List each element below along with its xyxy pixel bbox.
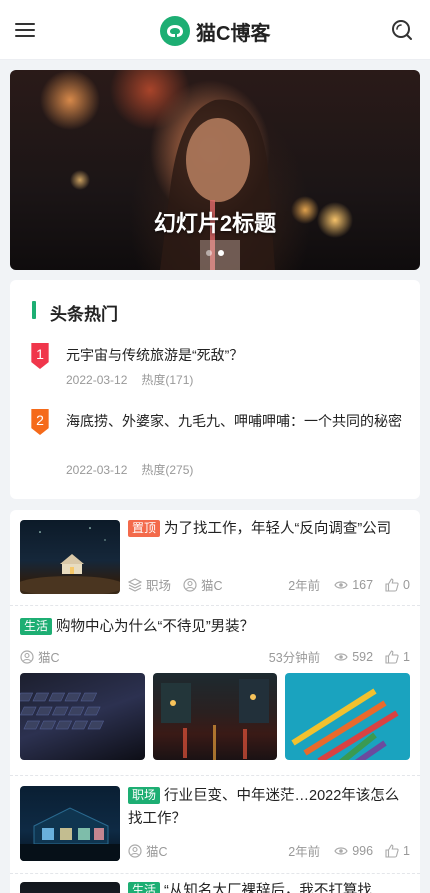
article-image-3[interactable] [285, 673, 410, 760]
article-title[interactable]: 为了找工作，年轻人“反向调查”公司 [164, 521, 391, 537]
view-count: 592 [334, 650, 373, 664]
slide-dot[interactable] [206, 250, 212, 256]
article-title-row[interactable]: 生活 购物中心为什么“不待见”男装？ [20, 616, 410, 639]
user-icon [183, 577, 197, 592]
hot-item-title[interactable]: 元宇宙与传统旅游是“死敌”？ [66, 344, 406, 367]
article-title[interactable]: 购物中心为什么“不待见”男装？ [56, 619, 254, 635]
section-accent-bar [32, 301, 36, 319]
layers-icon [128, 577, 142, 592]
divider [10, 605, 420, 606]
house-night-image [20, 527, 120, 594]
search-icon[interactable] [390, 18, 414, 42]
category-tag: 生活 [20, 618, 53, 635]
eye-icon [334, 652, 348, 661]
slide-dots [10, 250, 420, 256]
article-thumbnail[interactable] [20, 520, 120, 594]
like-button[interactable]: 1 [385, 844, 410, 858]
article-title[interactable]: “从知名大厂裸辞后，我不打算找 [164, 883, 372, 893]
hero-slider[interactable]: 幻灯片2标题 [10, 70, 420, 270]
view-count: 167 [334, 578, 373, 592]
pencils-image [291, 688, 399, 760]
slide-image [160, 99, 275, 270]
hot-item[interactable]: 1 元宇宙与传统旅游是“死敌”？ 2022-03-12 热度(171) [30, 343, 410, 387]
category-label: 职场 [146, 579, 172, 593]
hot-topics-heading: 头条热门 [50, 305, 118, 324]
slide-title: 幻灯片2标题 [153, 211, 277, 236]
like-button[interactable]: 1 [385, 650, 410, 664]
article-image-2[interactable] [153, 673, 277, 760]
hot-item[interactable]: 2 海底捞、外婆家、九毛九、呷哺呷哺：一个共同的秘密 2022-03-12 热度(… [30, 409, 410, 479]
hot-topics-card: 头条热门 1 元宇宙与传统旅游是“死敌”？ 2022-03-12 热度(171) … [10, 280, 420, 499]
article-image-1[interactable] [20, 673, 145, 760]
article-meta: 猫C 2年前 996 1 [128, 841, 410, 860]
menu-icon[interactable] [14, 19, 36, 41]
article-title-row[interactable]: 生活 “从知名大厂裸辞后，我不打算找 [128, 880, 410, 893]
article-meta: 职场 猫C 2年前 167 0 [128, 575, 410, 594]
article-time: 2年前 [288, 579, 321, 593]
hot-item-date: 2022-03-12 [66, 463, 128, 477]
author-link[interactable]: 猫C [128, 841, 168, 860]
article-thumbnail[interactable] [20, 882, 120, 893]
view-number: 996 [352, 843, 374, 858]
brand-name: 猫C博客 [196, 22, 271, 45]
article-list: 置顶 为了找工作，年轻人“反向调查”公司 职场 猫C 2年前 167 0 生活 购物… [10, 510, 420, 893]
top-header: 猫C博客 [0, 0, 430, 60]
divider [10, 873, 420, 874]
category-tag: 生活 [128, 882, 161, 893]
view-number: 592 [352, 649, 374, 664]
user-icon [128, 843, 142, 858]
article-title[interactable]: 行业巨变、中年迷茫…2022年该怎么找工作？ [128, 788, 399, 827]
thumbs-up-icon [385, 649, 399, 664]
category-tag: 职场 [128, 787, 161, 804]
keyboard-image [20, 692, 104, 730]
like-number: 0 [403, 577, 410, 592]
site-logo[interactable]: 猫C博客 [160, 15, 270, 47]
thumbs-up-icon [385, 843, 399, 858]
hot-item-meta: 2022-03-12 热度(171) [66, 371, 193, 388]
view-count: 996 [334, 844, 373, 858]
article-title-row[interactable]: 置顶 为了找工作，年轻人“反向调查”公司 [128, 518, 408, 541]
author-name: 猫C [146, 845, 168, 859]
like-number: 1 [403, 649, 410, 664]
user-icon [20, 649, 34, 664]
rank-number: 1 [36, 346, 44, 362]
divider [10, 775, 420, 776]
hot-item-heat: 热度(275) [141, 463, 194, 477]
hot-item-title[interactable]: 海底捞、外婆家、九毛九、呷哺呷哺：一个共同的秘密 [66, 410, 406, 433]
author-link[interactable]: 猫C [20, 647, 60, 666]
category-link[interactable]: 职场 [128, 575, 171, 594]
hot-item-meta: 2022-03-12 热度(275) [66, 461, 193, 478]
article-time: 2年前 [288, 845, 321, 859]
glass-house-image [20, 807, 120, 861]
slide-dot-active[interactable] [218, 250, 224, 256]
hot-item-heat: 热度(171) [141, 373, 194, 387]
hot-item-date: 2022-03-12 [66, 373, 128, 387]
cat-logo-icon [160, 16, 190, 46]
author-name: 猫C [38, 651, 60, 665]
author-link[interactable]: 猫C [183, 575, 223, 594]
article-time: 53分钟前 [268, 651, 321, 665]
article-meta: 猫C 53分钟前 592 1 [20, 647, 410, 666]
article-thumbnail[interactable] [20, 786, 120, 861]
like-button[interactable]: 0 [385, 578, 410, 592]
eye-icon [334, 580, 348, 589]
pinned-tag: 置顶 [128, 520, 161, 537]
eye-icon [334, 846, 348, 855]
author-name: 猫C [201, 579, 223, 593]
thumbs-up-icon [385, 577, 399, 592]
like-number: 1 [403, 843, 410, 858]
city-street-image [161, 679, 269, 760]
rank-number: 2 [36, 412, 44, 428]
view-number: 167 [352, 577, 374, 592]
article-title-row[interactable]: 职场 行业巨变、中年迷茫…2022年该怎么找工作？ [128, 785, 410, 831]
